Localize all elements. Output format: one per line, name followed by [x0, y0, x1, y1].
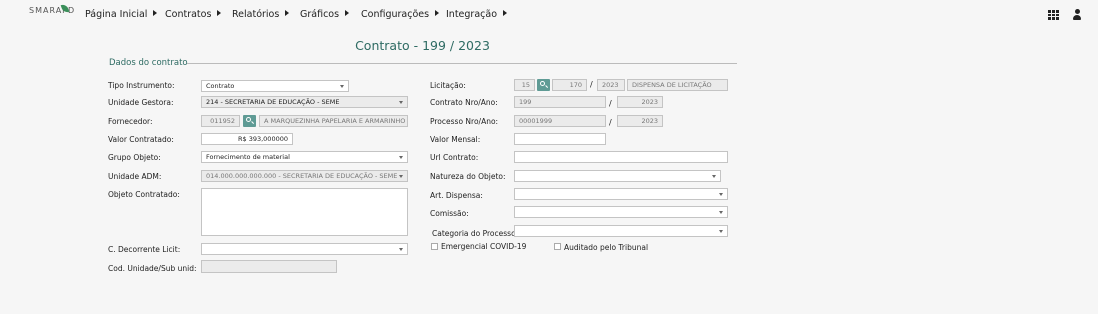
caret-right-icon	[285, 10, 290, 16]
grupo-objeto-value: Fornecimento de material	[206, 153, 290, 161]
tipo-instrumento-select[interactable]: Contrato	[201, 80, 349, 92]
processo-nro-field[interactable]: 00001999	[514, 115, 606, 127]
grupo-objeto-select[interactable]: Fornecimento de material	[201, 151, 408, 163]
url-contrato-label: Url Contrato:	[430, 153, 479, 162]
valor-contratado-field[interactable]: R$ 393,000000	[201, 133, 293, 145]
cod-unidade-field[interactable]	[201, 260, 337, 273]
emergencial-covid-label: Emergencial COVID-19	[441, 242, 527, 251]
unidade-adm-value: 014.000.000.000.000 - SECRETARIA DE EDUC…	[206, 172, 398, 180]
contrato-nro-field[interactable]: 199	[514, 96, 606, 108]
nav-item-label: Gráficos	[300, 9, 340, 20]
section-divider	[187, 63, 737, 64]
caret-right-icon	[217, 10, 222, 16]
nav-item-contratos[interactable]: Contratos	[165, 9, 222, 20]
licitacao-search-button[interactable]	[537, 79, 550, 91]
art-dispensa-select[interactable]	[514, 188, 728, 200]
objeto-contratado-label: Objeto Contratado:	[108, 190, 180, 199]
nav-item-label: Integração	[446, 9, 498, 20]
unidade-gestora-value: 214 - SECRETARIA DE EDUCAÇÃO - SEME	[206, 98, 340, 106]
chevron-down-icon	[340, 85, 344, 88]
unidade-gestora-label: Unidade Gestora:	[108, 98, 174, 107]
fornecedor-name-field[interactable]: A MARQUEZINHA PAPELARIA E ARMARINHO LT	[259, 115, 408, 127]
caret-right-icon	[503, 10, 508, 16]
valor-contratado-label: Valor Contratado:	[108, 135, 174, 144]
chevron-down-icon	[399, 248, 403, 251]
chevron-down-icon	[399, 156, 403, 159]
valor-mensal-label: Valor Mensal:	[430, 135, 481, 144]
art-dispensa-label: Art. Dispensa:	[430, 191, 483, 200]
c-decorrente-licit-select[interactable]	[201, 243, 408, 255]
contrato-separator: /	[609, 99, 612, 108]
fornecedor-search-button[interactable]	[243, 115, 256, 127]
page-title: Contrato - 199 / 2023	[355, 38, 490, 53]
user-icon[interactable]	[1073, 9, 1081, 20]
unidade-adm-label: Unidade ADM:	[108, 172, 162, 181]
natureza-objeto-label: Natureza do Objeto:	[430, 172, 506, 181]
top-navigation-bar: SMARAPD Página Inicial Contratos Relatór…	[0, 0, 1098, 30]
contrato-ano-field[interactable]: 2023	[617, 96, 663, 108]
categoria-processo-select[interactable]	[514, 225, 728, 237]
comissao-select[interactable]	[514, 206, 728, 218]
tipo-instrumento-label: Tipo Instrumento:	[108, 81, 175, 90]
objeto-contratado-textarea[interactable]	[201, 188, 408, 236]
natureza-objeto-select[interactable]	[514, 170, 721, 182]
fornecedor-code-field[interactable]: 011952	[201, 115, 240, 127]
auditado-tribunal-label: Auditado pelo Tribunal	[564, 243, 649, 252]
unidade-gestora-select[interactable]: 214 - SECRETARIA DE EDUCAÇÃO - SEME	[201, 96, 408, 108]
unidade-adm-select[interactable]: 014.000.000.000.000 - SECRETARIA DE EDUC…	[201, 170, 408, 182]
emergencial-covid-checkbox[interactable]	[431, 243, 438, 250]
nav-item-integracao[interactable]: Integração	[446, 9, 508, 20]
nav-item-label: Relatórios	[232, 9, 280, 20]
processo-ano-field[interactable]: 2023	[617, 115, 663, 127]
caret-right-icon	[435, 10, 440, 16]
chevron-down-icon	[399, 101, 403, 104]
caret-right-icon	[345, 10, 350, 16]
smarapd-logo[interactable]: SMARAPD	[29, 3, 75, 15]
valor-mensal-field[interactable]	[514, 133, 606, 145]
licitacao-modalidade-field[interactable]: DISPENSA DE LICITAÇÃO	[627, 79, 728, 91]
nav-item-relatorios[interactable]: Relatórios	[232, 9, 290, 20]
licitacao-num2-field[interactable]: 170	[552, 79, 587, 91]
contrato-nro-ano-label: Contrato Nro/Ano:	[430, 98, 498, 107]
licitacao-label: Licitação:	[430, 81, 466, 90]
chevron-down-icon	[719, 211, 723, 214]
nav-item-label: Página Inicial	[85, 9, 148, 20]
processo-nro-ano-label: Processo Nro/Ano:	[430, 117, 499, 126]
caret-right-icon	[153, 10, 158, 16]
apps-grid-icon[interactable]	[1048, 10, 1059, 20]
categoria-processo-label: Categoria do Processo:	[432, 229, 519, 238]
chevron-down-icon	[712, 175, 716, 178]
grupo-objeto-label: Grupo Objeto:	[108, 153, 161, 162]
cod-unidade-label: Cod. Unidade/Sub unid:	[108, 264, 197, 273]
url-contrato-field[interactable]	[514, 151, 728, 163]
nav-item-label: Configurações	[361, 9, 430, 20]
c-decorrente-licit-label: C. Decorrente Licit:	[108, 245, 181, 254]
comissao-label: Comissão:	[430, 209, 469, 218]
chevron-down-icon	[719, 230, 723, 233]
tipo-instrumento-value: Contrato	[206, 82, 235, 90]
fornecedor-label: Fornecedor:	[108, 117, 153, 126]
licitacao-separator: /	[590, 80, 593, 89]
chevron-down-icon	[719, 193, 723, 196]
licitacao-year-field[interactable]: 2023	[597, 79, 625, 91]
auditado-tribunal-checkbox[interactable]	[554, 243, 561, 250]
nav-item-pagina-inicial[interactable]: Página Inicial	[85, 9, 158, 20]
nav-item-configuracoes[interactable]: Configurações	[361, 9, 440, 20]
processo-separator: /	[609, 118, 612, 127]
licitacao-num1-field[interactable]: 15	[514, 79, 535, 91]
nav-item-graficos[interactable]: Gráficos	[300, 9, 350, 20]
section-title: Dados do contrato	[109, 58, 188, 68]
nav-item-label: Contratos	[165, 9, 212, 20]
chevron-down-icon	[399, 175, 403, 178]
